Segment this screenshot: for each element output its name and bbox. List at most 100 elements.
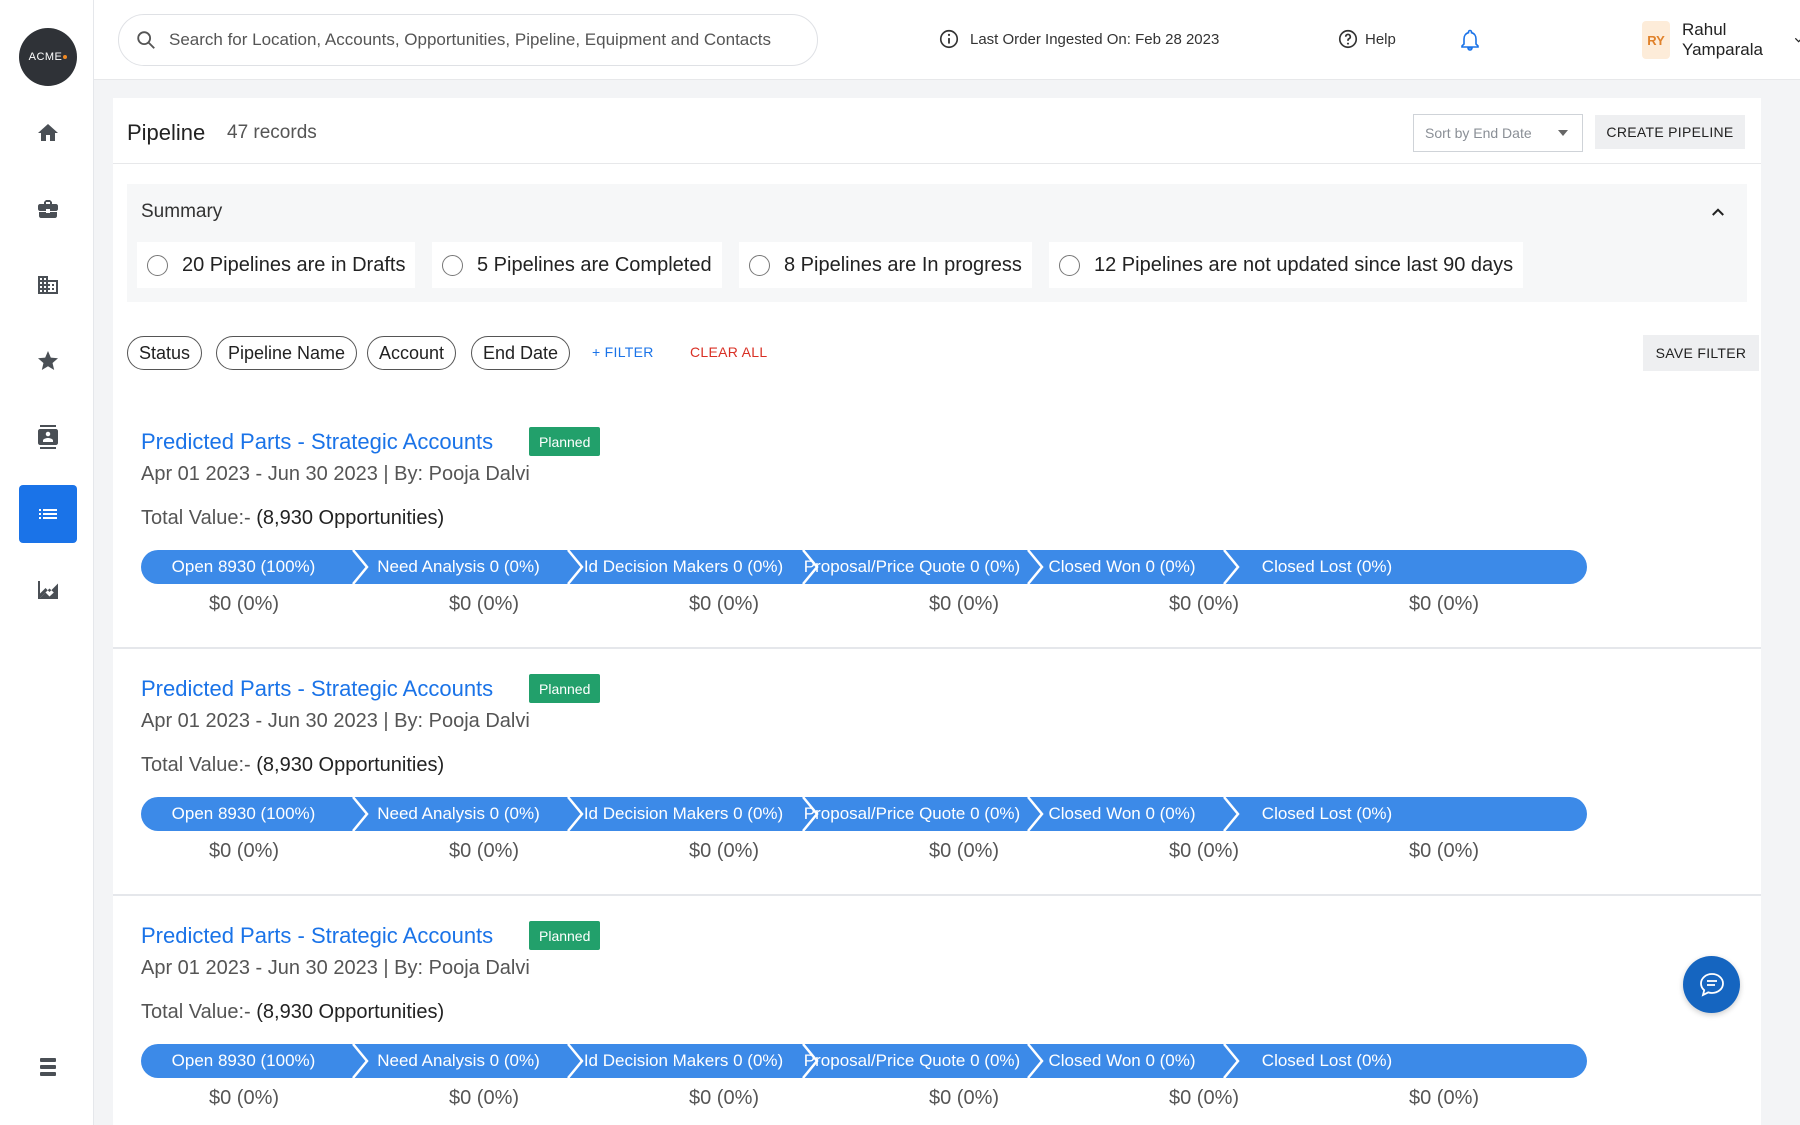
filter-bar: Status Pipeline Name Account End Date + … [127, 335, 1759, 371]
summary-item-stale[interactable]: 12 Pipelines are not updated since last … [1049, 242, 1524, 288]
pipeline-card: Predicted Parts - Strategic Accounts Plan… [113, 649, 1761, 896]
top-bar: Last Order Ingested On: Feb 28 2023 Help… [94, 0, 1800, 80]
stage-segment[interactable]: Id Decision Makers 0 (0%) [571, 550, 796, 584]
sidebar-item-home[interactable] [19, 104, 77, 162]
pipeline-title-link[interactable]: Predicted Parts - Strategic Accounts [141, 429, 493, 455]
stage-segment[interactable]: Id Decision Makers 0 (0%) [571, 797, 796, 831]
chat-icon [1699, 972, 1724, 997]
stage-values: $0 (0%) $0 (0%) $0 (0%) $0 (0%) $0 (0%) $0 (0… [141, 1087, 1587, 1113]
sidebar-item-locations[interactable] [19, 256, 77, 314]
stage-value: $0 (0%) [1408, 1087, 1480, 1109]
summary-item-completed[interactable]: 5 Pipelines are Completed [432, 242, 722, 288]
logo-text: ACME [28, 51, 63, 63]
global-search[interactable] [118, 14, 818, 66]
page-header: Pipeline 47 records Sort by End Date CRE… [113, 98, 1761, 164]
list-icon [39, 509, 57, 519]
radio-button[interactable] [147, 254, 168, 276]
filter-chip-end-date[interactable]: End Date [471, 336, 571, 370]
search-input[interactable] [169, 30, 789, 50]
save-filter-button[interactable]: SAVE FILTER [1643, 335, 1759, 371]
caret-down-icon [1558, 130, 1568, 136]
filter-chip-pipeline-name[interactable]: Pipeline Name [216, 336, 358, 370]
clear-all-button[interactable]: CLEAR ALL [690, 344, 767, 360]
stage-segment[interactable]: Proposal/Price Quote 0 (0%) [803, 550, 1021, 584]
help-link[interactable]: Help [1337, 28, 1396, 50]
stage-value: $0 (0%) [448, 1087, 520, 1109]
avatar: RY [1642, 21, 1671, 59]
user-menu[interactable]: RY Rahul Yamparala [1642, 20, 1800, 60]
stage-segment[interactable]: Closed Won 0 (0%) [1027, 1044, 1217, 1078]
total-value-label: Total Value:- [141, 1001, 251, 1023]
stage-values: $0 (0%) $0 (0%) $0 (0%) $0 (0%) $0 (0%) $0 (0… [141, 593, 1587, 619]
user-name: Rahul Yamparala [1682, 20, 1763, 59]
summary-item-in-progress[interactable]: 8 Pipelines are In progress [739, 242, 1032, 288]
sidebar-item-contacts[interactable] [19, 408, 77, 466]
stage-value: $0 (0%) [208, 1087, 280, 1109]
summary-title: Summary [141, 201, 223, 222]
total-value-amount: (8,930 Opportunities) [256, 1001, 445, 1023]
search-icon [137, 31, 155, 49]
pipeline-title-link[interactable]: Predicted Parts - Strategic Accounts [141, 923, 493, 949]
pipeline-title-link[interactable]: Predicted Parts - Strategic Accounts [141, 676, 493, 702]
total-value-amount: (8,930 Opportunities) [256, 754, 445, 776]
total-value-amount: (8,930 Opportunities) [256, 507, 445, 529]
stage-segment[interactable]: Need Analysis 0 (0%) [356, 1044, 561, 1078]
stage-segment[interactable]: Closed Lost (0%) [1227, 550, 1427, 584]
stage-bar: Open 8930 (100%) Need Analysis 0 (0%) Id D… [141, 550, 1587, 584]
radio-button[interactable] [1059, 254, 1080, 276]
add-filter-button[interactable]: + FILTER [592, 344, 654, 360]
stage-segment[interactable]: Need Analysis 0 (0%) [356, 550, 561, 584]
chevron-up-icon[interactable] [1709, 203, 1727, 221]
stage-segment[interactable]: Proposal/Price Quote 0 (0%) [803, 1044, 1021, 1078]
total-value-label: Total Value:- [141, 507, 251, 529]
stage-segment[interactable]: Open 8930 (100%) [141, 550, 346, 584]
menu-icon [40, 1058, 56, 1076]
status-badge: Planned [529, 427, 601, 456]
sidebar-menu-toggle[interactable] [19, 1038, 77, 1096]
stage-value: $0 (0%) [1168, 1087, 1240, 1109]
total-value: Total Value:- (8,930 Opportunities) [141, 754, 444, 777]
contacts-icon [38, 425, 58, 449]
radio-button[interactable] [442, 254, 463, 276]
sidebar-item-favorites[interactable] [19, 332, 77, 390]
filter-chip-status[interactable]: Status [127, 336, 203, 370]
stage-segment[interactable]: Closed Lost (0%) [1227, 797, 1427, 831]
pipeline-card: Predicted Parts - Strategic Accounts Plan… [113, 402, 1761, 649]
sidebar-item-accounts[interactable] [19, 180, 77, 238]
stage-value: $0 (0%) [448, 593, 520, 615]
sidebar-item-pipeline[interactable] [19, 485, 77, 543]
pipeline-meta: Apr 01 2023 - Jun 30 2023 | By: Pooja Da… [141, 463, 530, 485]
star-icon [38, 351, 58, 370]
stage-segment[interactable]: Open 8930 (100%) [141, 1044, 346, 1078]
help-label: Help [1365, 30, 1396, 48]
stage-segment[interactable]: Closed Won 0 (0%) [1027, 797, 1217, 831]
stage-segment[interactable]: Proposal/Price Quote 0 (0%) [803, 797, 1021, 831]
summary-item-drafts[interactable]: 20 Pipelines are in Drafts [137, 242, 416, 288]
bell-icon[interactable] [1458, 28, 1482, 52]
acme-logo[interactable]: ACME [19, 28, 77, 86]
summary-item-label: 8 Pipelines are In progress [784, 253, 1022, 276]
stage-value: $0 (0%) [208, 840, 280, 862]
stage-bar: Open 8930 (100%) Need Analysis 0 (0%) Id D… [141, 797, 1587, 831]
summary-item-label: 20 Pipelines are in Drafts [182, 253, 406, 276]
stage-value: $0 (0%) [1168, 840, 1240, 862]
building-icon [38, 276, 58, 294]
radio-button[interactable] [749, 254, 770, 276]
stage-segment[interactable]: Need Analysis 0 (0%) [356, 797, 561, 831]
sidebar-item-analytics[interactable] [19, 561, 77, 619]
info-icon [939, 29, 959, 49]
sort-dropdown[interactable]: Sort by End Date [1413, 114, 1583, 152]
create-pipeline-button[interactable]: CREATE PIPELINE [1595, 115, 1745, 149]
stage-value: $0 (0%) [448, 840, 520, 862]
chat-button[interactable] [1683, 956, 1740, 1013]
stage-segment[interactable]: Closed Won 0 (0%) [1027, 550, 1217, 584]
stage-segment[interactable]: Id Decision Makers 0 (0%) [571, 1044, 796, 1078]
sort-label: Sort by End Date [1425, 125, 1532, 141]
stage-segment[interactable]: Open 8930 (100%) [141, 797, 346, 831]
stage-bar: Open 8930 (100%) Need Analysis 0 (0%) Id D… [141, 1044, 1587, 1078]
sidebar: ACME [0, 0, 94, 1125]
page-title: Pipeline [127, 120, 206, 145]
filter-chip-account[interactable]: Account [367, 336, 457, 370]
pipeline-meta: Apr 01 2023 - Jun 30 2023 | By: Pooja Da… [141, 957, 530, 979]
stage-segment[interactable]: Closed Lost (0%) [1227, 1044, 1427, 1078]
